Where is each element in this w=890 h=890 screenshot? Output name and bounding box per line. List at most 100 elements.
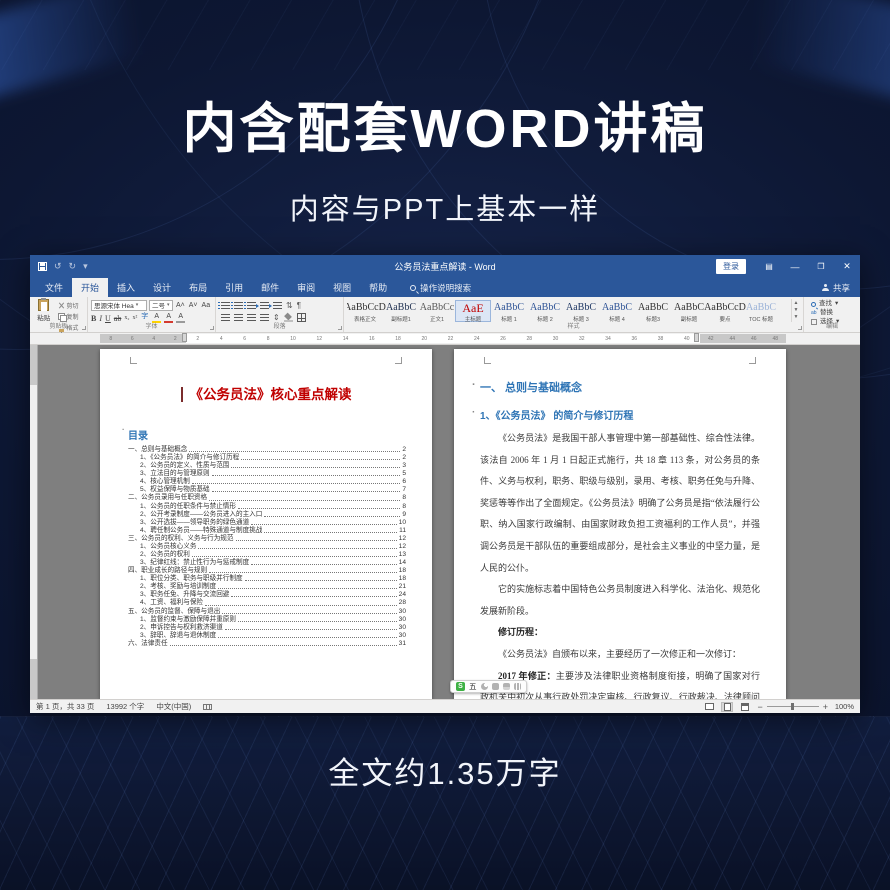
toc-entry[interactable]: 六、法律责任 31 xyxy=(128,640,406,648)
style-item[interactable]: AaBbC 标题 2 xyxy=(527,300,563,322)
replace-button[interactable]: 替换 xyxy=(811,309,857,317)
zoom-in-button[interactable]: + xyxy=(823,702,828,712)
print-layout-button[interactable] xyxy=(721,702,733,712)
ime-pen-icon[interactable] xyxy=(492,683,499,690)
toc-entry[interactable]: 4、工资、福利与保险 28 xyxy=(128,599,406,607)
toc-entry[interactable]: 三、公务员的权利、义务与行为规范 12 xyxy=(128,535,406,543)
horizontal-ruler[interactable]: 8642 24681012141618202224262830323436384… xyxy=(30,333,860,345)
numbered-list-icon[interactable] xyxy=(234,302,243,310)
style-item[interactable]: AaBbCcD 要点 xyxy=(707,300,743,322)
ribbon-tab[interactable]: 邮件 xyxy=(252,278,288,297)
paste-button[interactable]: 粘贴 xyxy=(33,299,55,322)
save-icon[interactable] xyxy=(38,262,47,271)
toc-entry[interactable]: 1、公务员的任职条件与禁止情形 8 xyxy=(128,503,406,511)
zoom-level[interactable]: 100% xyxy=(832,702,854,711)
document-area[interactable]: 《公务员法》核心重点解读 目录 一、总则与基础概念 2 1、《公务员法》的简介与… xyxy=(30,345,860,699)
keyboard-status-icon[interactable] xyxy=(203,704,212,710)
style-item[interactable]: AaBbC TOC 标题 xyxy=(743,300,779,322)
toc-entry[interactable]: 1、《公务员法》的简介与修订历程 2 xyxy=(128,454,406,462)
ribbon-tab[interactable]: 设计 xyxy=(144,278,180,297)
zoom-slider-thumb[interactable] xyxy=(791,703,794,710)
web-layout-button[interactable] xyxy=(739,702,751,712)
tell-me-search[interactable]: 操作说明搜索 xyxy=(410,282,471,294)
cut-button[interactable]: 剪切 xyxy=(58,301,84,310)
ribbon-tab[interactable]: 插入 xyxy=(108,278,144,297)
style-item[interactable]: AaBbC 标题 1 xyxy=(491,300,527,322)
ribbon-tab[interactable]: 帮助 xyxy=(360,278,396,297)
toc-entry[interactable]: 2、公务员的权利 13 xyxy=(128,551,406,559)
toc-entry[interactable]: 3、辞职、辞退与退休制度 30 xyxy=(128,632,406,640)
bullet-list-icon[interactable] xyxy=(221,302,230,310)
style-item[interactable]: AaBbC 副标题 xyxy=(671,300,707,322)
multilevel-list-icon[interactable] xyxy=(247,302,256,310)
ribbon-display-options-icon[interactable]: ▤ xyxy=(756,255,782,278)
ribbon-tab[interactable]: 开始 xyxy=(72,278,108,297)
toc-entry[interactable]: 五、公务员的监督、保障与退出 30 xyxy=(128,608,406,616)
ribbon-tab[interactable]: 视图 xyxy=(324,278,360,297)
read-mode-button[interactable] xyxy=(703,702,715,712)
style-item[interactable]: AaBbC 标题 3 xyxy=(563,300,599,322)
dialog-launcher-icon[interactable] xyxy=(82,326,86,330)
language-indicator[interactable]: 中文(中国) xyxy=(156,701,191,712)
grow-font-button[interactable]: A˄ xyxy=(175,300,186,311)
toc-entry[interactable]: 3、公开选拔——领导职务的绿色通道 10 xyxy=(128,519,406,527)
ribbon-tab[interactable]: 文件 xyxy=(36,278,72,297)
style-item[interactable]: AaBbCc 正文1 xyxy=(419,300,455,322)
style-item[interactable]: AaBbCcD 表格正文 xyxy=(347,300,383,322)
copy-button[interactable]: 复制 xyxy=(58,312,84,321)
ime-skin-icon[interactable] xyxy=(481,683,488,690)
style-item[interactable]: AaBbC 标题 4 xyxy=(599,300,635,322)
find-button[interactable]: 查找 ▾ xyxy=(811,300,857,308)
show-marks-icon[interactable]: ¶ xyxy=(297,301,301,311)
shading-icon[interactable] xyxy=(284,313,293,322)
toc-entry[interactable]: 3、纪律红线：禁止性行为与惩戒制度 14 xyxy=(128,559,406,567)
align-left-icon[interactable] xyxy=(221,314,230,322)
right-indent-marker[interactable] xyxy=(694,333,699,342)
undo-icon[interactable]: ↺ xyxy=(54,261,62,272)
zoom-out-button[interactable]: − xyxy=(757,702,762,712)
ribbon-tab[interactable]: 审阅 xyxy=(288,278,324,297)
vertical-ruler[interactable] xyxy=(30,345,38,699)
line-spacing-icon[interactable]: ⇕ xyxy=(273,313,280,323)
justify-icon[interactable] xyxy=(260,314,269,322)
dialog-launcher-icon[interactable] xyxy=(798,326,802,330)
decrease-indent-icon[interactable] xyxy=(260,302,269,310)
toc-entry[interactable]: 二、公务员录用与任职资格 8 xyxy=(128,494,406,502)
toc-entry[interactable]: 4、聘任制公务员——特殊通道与制度挑战 11 xyxy=(128,527,406,535)
indent-marker[interactable] xyxy=(182,333,187,342)
qat-customize-icon[interactable]: ▾ xyxy=(83,261,88,272)
styles-gallery-scrollbar[interactable]: ▲ ▼ ▼ xyxy=(791,299,800,322)
shrink-font-button[interactable]: A˅ xyxy=(188,300,199,311)
sogou-logo-icon[interactable]: S xyxy=(456,682,465,691)
restore-button[interactable]: ❐ xyxy=(808,255,834,278)
font-name-select[interactable]: 思源宋体 Hea▾ xyxy=(91,300,147,311)
increase-indent-icon[interactable] xyxy=(273,302,282,310)
scroll-up-icon[interactable]: ▲ xyxy=(794,301,799,306)
zoom-slider[interactable] xyxy=(767,706,819,707)
word-count[interactable]: 13992 个字 xyxy=(106,701,144,712)
ime-keyboard-icon[interactable] xyxy=(503,683,510,690)
scroll-down-icon[interactable]: ▼ xyxy=(794,308,799,313)
style-item[interactable]: AaE 主标题 xyxy=(455,300,491,322)
redo-icon[interactable]: ↻ xyxy=(69,261,77,272)
borders-icon[interactable] xyxy=(297,313,306,322)
share-button[interactable]: 共享 xyxy=(822,282,850,294)
ribbon-tab[interactable]: 布局 xyxy=(180,278,216,297)
style-item[interactable]: AaBbC 标题3 xyxy=(635,300,671,322)
minimize-button[interactable]: — xyxy=(782,255,808,278)
toc-entry[interactable]: 2、申诉控告与权利救济渠道 30 xyxy=(128,624,406,632)
ime-mode-label[interactable]: 五 xyxy=(469,681,477,692)
close-button[interactable]: ✕ xyxy=(834,255,860,278)
dialog-launcher-icon[interactable] xyxy=(338,326,342,330)
ribbon-tab[interactable]: 引用 xyxy=(216,278,252,297)
dialog-launcher-icon[interactable] xyxy=(210,326,214,330)
ime-toolbox-icon[interactable] xyxy=(514,683,521,690)
change-case-button[interactable]: Aa xyxy=(201,300,212,311)
document-page-1[interactable]: 《公务员法》核心重点解读 目录 一、总则与基础概念 2 1、《公务员法》的简介与… xyxy=(100,349,432,699)
font-size-select[interactable]: 二号▾ xyxy=(149,300,173,311)
gallery-expand-icon[interactable]: ▼ xyxy=(794,315,799,320)
sign-in-button[interactable]: 登录 xyxy=(716,259,746,274)
toc-entry[interactable]: 2、公开考录制度——公务员进入的主入口 9 xyxy=(128,511,406,519)
document-page-2[interactable]: 一、 总则与基础概念 1、《公务员法》 的简介与修订历程 《公务员法》是我国干部… xyxy=(454,349,786,699)
toc-entry[interactable]: 1、公务员核心义务 12 xyxy=(128,543,406,551)
